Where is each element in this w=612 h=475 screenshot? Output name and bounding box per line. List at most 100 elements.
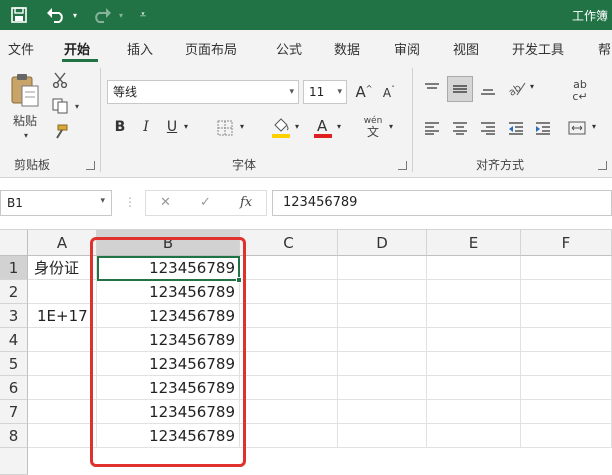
cell-a7[interactable] [28,400,97,424]
cell-e1[interactable] [427,256,521,280]
format-painter-icon[interactable] [50,122,70,142]
fill-color-icon[interactable] [270,116,292,140]
cell-f2[interactable] [521,280,612,304]
font-size-dropdown-icon[interactable]: ▾ [337,81,342,103]
font-color-dropdown-icon[interactable]: ▾ [334,122,344,131]
bold-button[interactable]: B [111,119,129,135]
underline-button[interactable]: U [163,119,181,135]
font-name-dropdown-icon[interactable]: ▾ [289,81,294,103]
cell-f1[interactable] [521,256,612,280]
cell-c8[interactable] [240,424,338,448]
redo-dropdown-icon[interactable]: ▾ [116,0,126,30]
cell-d4[interactable] [338,328,427,352]
cell-e6[interactable] [427,376,521,400]
cell-e3[interactable] [427,304,521,328]
increase-font-size-icon[interactable]: A^ [355,83,373,101]
copy-dropdown-icon[interactable]: ▾ [72,100,82,112]
copy-icon[interactable] [50,96,70,116]
cell-d8[interactable] [338,424,427,448]
cell-d1[interactable] [338,256,427,280]
font-color-icon[interactable]: A [312,116,334,140]
tab-view[interactable]: 视图 [453,39,479,58]
cell-a4[interactable] [28,328,97,352]
paste-icon[interactable] [8,70,42,110]
cell-f3[interactable] [521,304,612,328]
cell-c5[interactable] [240,352,338,376]
cell-d6[interactable] [338,376,427,400]
cell-e8[interactable] [427,424,521,448]
cell-b1[interactable]: 123456789 [97,256,240,280]
cell-f6[interactable] [521,376,612,400]
column-header-f[interactable]: F [521,230,612,256]
cell-a1[interactable]: 身份证 [28,256,97,280]
column-header-c[interactable]: C [240,230,338,256]
tab-formulas[interactable]: 公式 [276,39,302,58]
cell-a8[interactable] [28,424,97,448]
tab-page-layout[interactable]: 页面布局 [185,39,237,58]
font-size-combo[interactable]: 11 ▾ [303,80,347,104]
decrease-font-size-icon[interactable]: Aˇ [380,85,398,100]
undo-icon[interactable] [44,0,68,30]
column-header-b[interactable]: B [97,230,240,256]
orientation-icon[interactable]: ab [505,77,529,101]
cell-f7[interactable] [521,400,612,424]
tab-data[interactable]: 数据 [334,39,360,58]
phonetic-dropdown-icon[interactable]: ▾ [386,122,396,131]
column-header-d[interactable]: D [338,230,427,256]
row-header-9[interactable] [0,448,28,475]
row-header-7[interactable]: 7 [0,400,28,424]
fill-handle[interactable] [236,277,242,283]
cell-a3[interactable]: 1E+17 [28,304,97,328]
borders-icon[interactable] [215,118,235,138]
tab-home[interactable]: 开始 [64,39,90,58]
tab-review[interactable]: 审阅 [394,39,420,58]
borders-dropdown-icon[interactable]: ▾ [237,122,247,131]
tab-file[interactable]: 文件 [8,39,34,58]
cell-c3[interactable] [240,304,338,328]
row-header-2[interactable]: 2 [0,280,28,304]
alignment-launcher-icon[interactable] [598,161,607,170]
decrease-indent-icon[interactable] [505,118,527,138]
align-bottom-icon[interactable] [477,78,499,100]
cell-b8[interactable]: 123456789 [97,424,240,448]
paste-dropdown-icon[interactable]: ▾ [11,130,41,140]
orientation-dropdown-icon[interactable]: ▾ [527,82,537,91]
cell-e4[interactable] [427,328,521,352]
row-header-4[interactable]: 4 [0,328,28,352]
cell-c4[interactable] [240,328,338,352]
name-box[interactable]: B1 ▾ [0,190,112,216]
save-icon[interactable] [10,0,28,30]
cell-f4[interactable] [521,328,612,352]
paste-label[interactable]: 粘贴 [8,112,42,128]
select-all-button[interactable] [0,230,28,256]
name-box-dropdown-icon[interactable]: ▾ [100,196,105,206]
cell-e7[interactable] [427,400,521,424]
row-header-1[interactable]: 1 [0,256,28,280]
customize-qat-icon[interactable]: ⩡ [136,0,150,30]
cell-c2[interactable] [240,280,338,304]
cell-b3[interactable]: 123456789 [97,304,240,328]
formula-input[interactable]: 123456789 [272,190,612,216]
cut-icon[interactable] [50,70,70,90]
cell-d2[interactable] [338,280,427,304]
tab-help[interactable]: 帮 [598,39,611,58]
cell-b6[interactable]: 123456789 [97,376,240,400]
row-header-8[interactable]: 8 [0,424,28,448]
cell-a6[interactable] [28,376,97,400]
cell-e2[interactable] [427,280,521,304]
align-right-icon[interactable] [477,118,499,138]
fill-color-dropdown-icon[interactable]: ▾ [292,122,302,131]
italic-button[interactable]: I [137,119,155,135]
row-header-5[interactable]: 5 [0,352,28,376]
cell-f5[interactable] [521,352,612,376]
cell-d5[interactable] [338,352,427,376]
cell-e5[interactable] [427,352,521,376]
enter-icon[interactable]: ✓ [200,195,211,210]
font-launcher-icon[interactable] [398,161,407,170]
wrap-text-icon[interactable]: ab c↵ [568,78,592,104]
underline-dropdown-icon[interactable]: ▾ [181,122,191,131]
phonetic-guide-icon[interactable]: wén 文 [360,114,386,140]
undo-dropdown-icon[interactable]: ▾ [70,0,80,30]
align-left-icon[interactable] [421,118,443,138]
cell-b5[interactable]: 123456789 [97,352,240,376]
